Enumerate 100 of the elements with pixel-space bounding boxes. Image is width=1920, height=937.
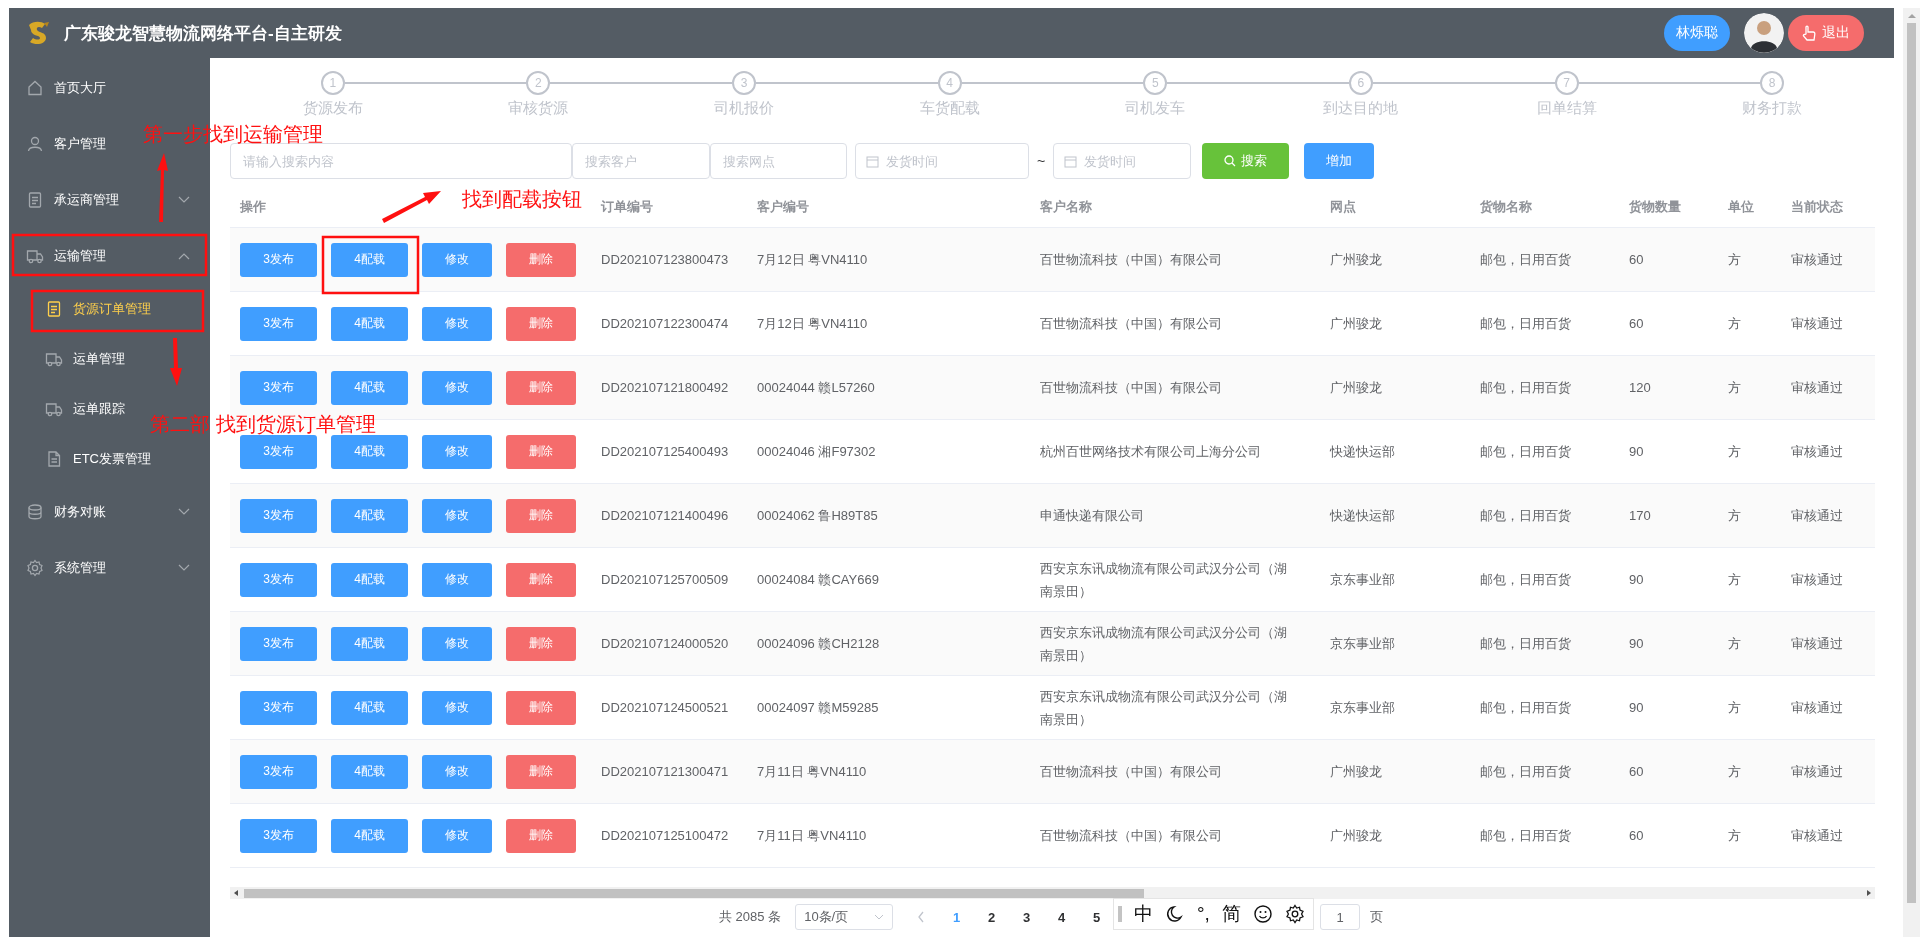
row-action-button[interactable]: 修改 <box>422 306 492 341</box>
row-action-button[interactable]: 3发布 <box>240 690 317 725</box>
row-action-button[interactable]: 删除 <box>506 818 576 853</box>
table-cell: 60 <box>1629 252 1644 267</box>
row-action-button[interactable]: 删除 <box>506 562 576 597</box>
user-icon <box>26 135 44 153</box>
table-cell: 邮包，日用百货 <box>1480 828 1571 843</box>
truck-icon <box>45 400 63 418</box>
punctuation-label[interactable]: °, <box>1197 903 1210 925</box>
user-name-button[interactable]: 林烁聪 <box>1664 15 1730 51</box>
sidebar-item[interactable]: 运输管理 <box>9 228 210 284</box>
table-cell: 广州骏龙 <box>1330 764 1382 779</box>
sidebar-item[interactable]: 运单管理 <box>9 334 145 384</box>
row-action-button[interactable]: 3发布 <box>240 754 317 789</box>
settings-icon <box>26 559 44 577</box>
table-cell: 方 <box>1728 508 1741 523</box>
avatar[interactable] <box>1744 13 1784 53</box>
outlet-search-field[interactable]: 搜索网点 <box>710 143 847 179</box>
page-button[interactable]: 4 <box>1044 904 1080 930</box>
sidebar-item[interactable]: 财务对账 <box>9 484 210 540</box>
drag-handle-icon[interactable] <box>1118 905 1122 923</box>
table-cell: 京东事业部 <box>1330 700 1395 715</box>
scrollbar-thumb[interactable] <box>1907 23 1916 903</box>
script-label[interactable]: 简 <box>1221 901 1241 927</box>
row-action-button[interactable]: 3发布 <box>240 434 317 469</box>
step-label: 审核货源 <box>508 99 569 117</box>
row-action-button[interactable]: 4配载 <box>331 306 408 341</box>
row-action-button[interactable]: 删除 <box>506 242 576 277</box>
row-action-button[interactable]: 删除 <box>506 754 576 789</box>
row-action-button[interactable]: 修改 <box>422 434 492 469</box>
sidebar-item[interactable]: 客户管理 <box>9 116 126 172</box>
moon-icon[interactable] <box>1165 904 1185 924</box>
table-cell: 00024062 鲁H89T85 <box>757 508 878 523</box>
row-action-button[interactable]: 3发布 <box>240 306 317 341</box>
row-action-button[interactable]: 4配载 <box>331 498 408 533</box>
table-cell: 广州骏龙 <box>1330 380 1382 395</box>
row-action-button[interactable]: 4配载 <box>331 690 408 725</box>
input-mode-label[interactable]: 中 <box>1134 901 1153 927</box>
table-cell: 审核通过 <box>1791 444 1843 459</box>
row-action-button[interactable]: 删除 <box>506 306 576 341</box>
sidebar-item[interactable]: 运单跟踪 <box>9 384 145 434</box>
table-cell: 广州骏龙 <box>1330 828 1382 843</box>
row-action-button[interactable]: 删除 <box>506 434 576 469</box>
sidebar-item[interactable]: ETC发票管理 <box>9 434 171 484</box>
table-cell: 广州骏龙 <box>1330 252 1382 267</box>
page-button[interactable]: 5 <box>1079 904 1115 930</box>
row-action-button[interactable]: 4配载 <box>331 754 408 789</box>
total-count: 共 2085 条 <box>719 908 782 926</box>
page-button[interactable]: 1 <box>939 904 975 930</box>
page-button[interactable]: 3 <box>1009 904 1045 930</box>
scrollbar-thumb[interactable] <box>244 888 1144 898</box>
row-action-button[interactable]: 修改 <box>422 818 492 853</box>
settings-icon[interactable] <box>1284 904 1305 924</box>
page-size-select[interactable]: 10条/页 <box>795 904 894 930</box>
row-action-button[interactable]: 4配载 <box>331 626 408 661</box>
row-action-button[interactable]: 修改 <box>422 690 492 725</box>
row-action-button[interactable]: 删除 <box>506 690 576 725</box>
table-cell: 审核通过 <box>1791 828 1843 843</box>
row-action-button[interactable]: 修改 <box>422 562 492 597</box>
step-number: 7 <box>1554 71 1579 95</box>
table-cell: 7月12日 粤VN4110 <box>757 252 868 267</box>
sidebar-item[interactable]: 首页大厅 <box>9 60 126 116</box>
caret-icon <box>874 914 885 920</box>
row-action-button[interactable]: 4配载 <box>331 370 408 405</box>
table-cell-text: 百世物流科技（中国）有限公司 <box>1040 763 1222 781</box>
row-action-button[interactable]: 4配载 <box>331 818 408 853</box>
row-action-button[interactable]: 修改 <box>422 242 492 277</box>
page-jump-field[interactable]: 1 <box>1320 904 1361 930</box>
row-action-button[interactable]: 3发布 <box>240 242 317 277</box>
row-action-button[interactable]: 修改 <box>422 754 492 789</box>
table-cell: 60 <box>1629 764 1644 779</box>
row-action-button[interactable]: 3发布 <box>240 498 317 533</box>
sidebar-item[interactable]: 货源订单管理 <box>9 284 171 334</box>
row-action-button[interactable]: 修改 <box>422 498 492 533</box>
row-action-button[interactable]: 修改 <box>422 626 492 661</box>
customer-search-field[interactable]: 搜索客户 <box>572 143 710 179</box>
row-action-button[interactable]: 3发布 <box>240 562 317 597</box>
row-action-button[interactable]: 删除 <box>506 370 576 405</box>
table-cell: DD202107125400493 <box>601 444 729 459</box>
add-button[interactable]: 增加 <box>1304 143 1375 179</box>
row-action-button[interactable]: 4配载 <box>331 562 408 597</box>
row-action-button[interactable]: 删除 <box>506 626 576 661</box>
smiley-icon[interactable] <box>1252 904 1273 924</box>
table-cell: 方 <box>1728 764 1741 779</box>
search-field[interactable]: 请输入搜索内容 <box>230 143 572 179</box>
date-field[interactable]: 发货时间 <box>855 143 1029 179</box>
row-action-button[interactable]: 3发布 <box>240 626 317 661</box>
row-action-button[interactable]: 3发布 <box>240 818 317 853</box>
row-action-button[interactable]: 3发布 <box>240 370 317 405</box>
logout-button[interactable]: 退出 <box>1788 15 1864 51</box>
row-action-button[interactable]: 删除 <box>506 498 576 533</box>
row-action-button[interactable]: 修改 <box>422 370 492 405</box>
page-button[interactable]: 2 <box>974 904 1010 930</box>
sidebar-item[interactable]: 系统管理 <box>9 540 210 596</box>
date-field[interactable]: 发货时间 <box>1053 143 1192 179</box>
search-button[interactable]: 搜索 <box>1202 143 1290 179</box>
row-action-button[interactable]: 4配载 <box>331 242 408 277</box>
row-action-button[interactable]: 4配载 <box>331 434 408 469</box>
step-label: 车货配载 <box>919 99 980 117</box>
table-cell: 快递快运部 <box>1330 508 1395 523</box>
